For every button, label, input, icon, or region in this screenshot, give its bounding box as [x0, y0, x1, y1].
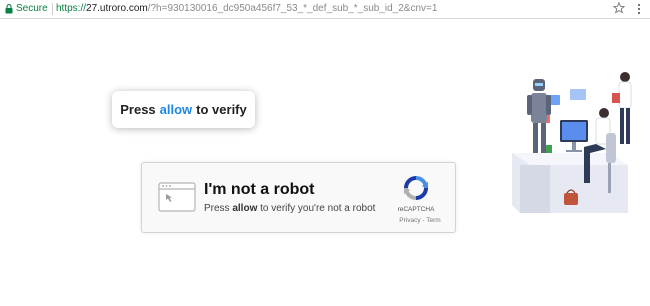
url-host: 27.utroro.com — [86, 3, 148, 14]
address-bar[interactable]: Secure https://27.utroro.com/?h=93013001… — [0, 0, 650, 19]
captcha-sub-after: to verify you're not a robot — [260, 203, 376, 214]
address-separator — [52, 3, 53, 15]
tooltip-text-after: to verify — [196, 102, 247, 117]
tooltip-allow-word: allow — [159, 102, 193, 117]
recaptcha-brand: reCAPTCHA — [397, 206, 435, 213]
captcha-sub-before: Press — [204, 203, 230, 214]
url-path: /?h=930130016_dc950a456f7_53_*_def_sub_*… — [147, 3, 438, 14]
office-robot-illustration — [512, 72, 632, 213]
recaptcha-privacy-terms-link[interactable]: Privacy - Term — [390, 217, 450, 224]
url-scheme: https:// — [56, 3, 87, 14]
recaptcha-logo-icon — [404, 176, 428, 200]
lock-icon — [5, 4, 13, 14]
secure-label: Secure — [16, 3, 48, 14]
captcha-title: I'm not a robot — [204, 181, 315, 198]
recaptcha-box[interactable]: I'm not a robot Press allow to verify yo… — [141, 162, 456, 233]
captcha-sub-allow: allow — [232, 203, 258, 214]
captcha-subtitle: Press allow to verify you're not a robot — [204, 203, 375, 214]
kebab-menu-icon[interactable] — [637, 3, 641, 15]
star-icon[interactable] — [613, 2, 625, 14]
url-text[interactable]: https://27.utroro.com/?h=930130016_dc950… — [56, 3, 437, 14]
tooltip-text-before: Press — [120, 102, 156, 117]
browser-window-icon — [158, 182, 196, 212]
allow-tooltip: Press allow to verify — [112, 91, 255, 128]
